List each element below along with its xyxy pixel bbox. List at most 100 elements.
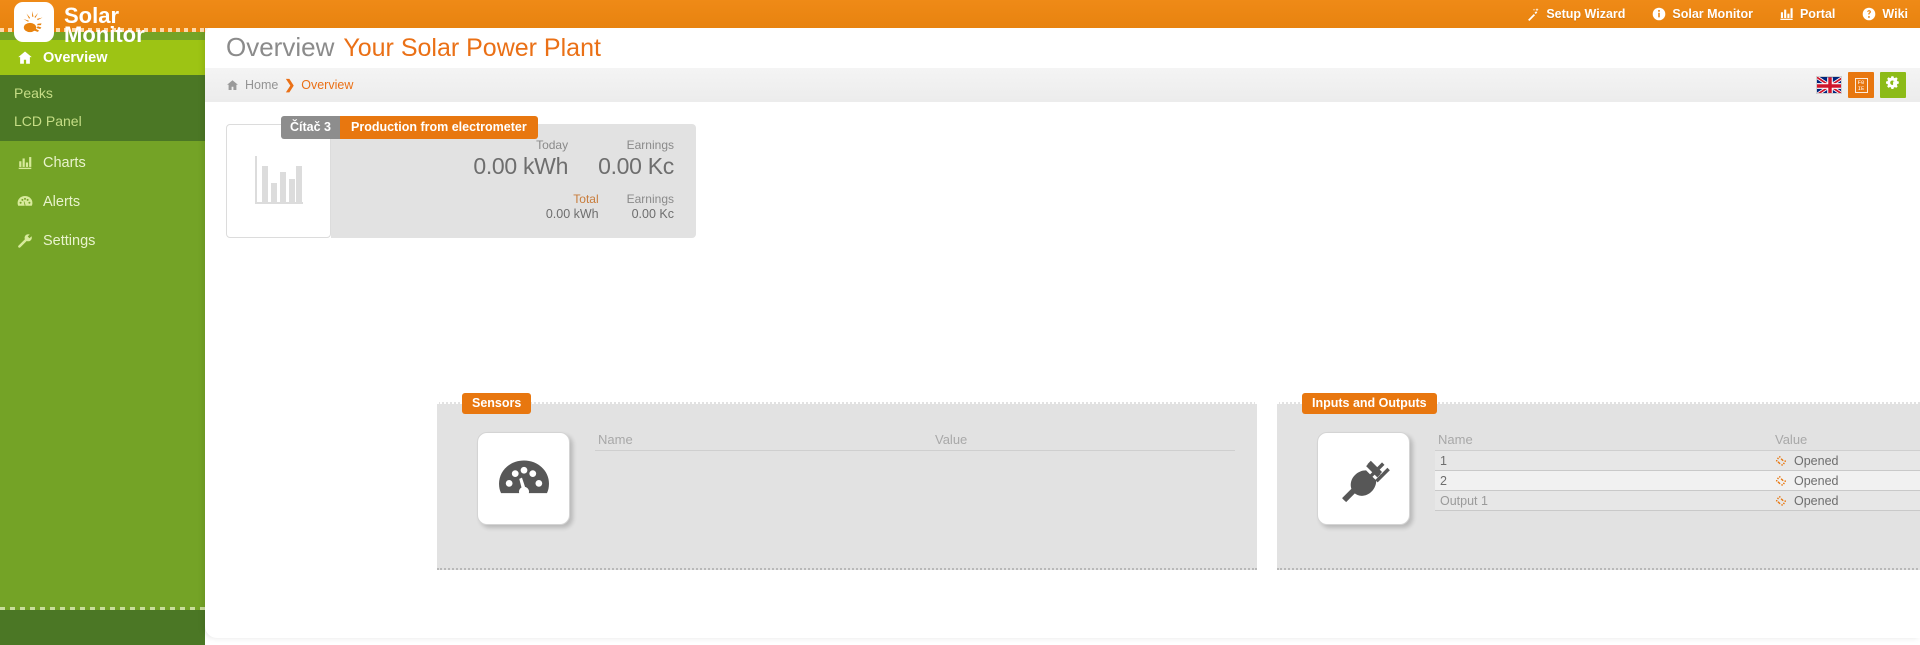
sidebar-item-settings[interactable]: Settings	[0, 223, 205, 258]
tab-production-from-electrometer[interactable]: Production from electrometer	[340, 116, 538, 139]
question-circle-icon	[1861, 7, 1876, 22]
inputs-outputs-panel-tab[interactable]: Inputs and Outputs	[1302, 393, 1437, 414]
missing-glyph-icon: F0 IE	[1854, 77, 1868, 93]
breadcrumb-current[interactable]: Overview	[301, 78, 353, 92]
sensors-icon-box[interactable]	[477, 432, 570, 525]
io-col-value: Value	[1775, 432, 1808, 447]
chain-broken-icon	[1775, 495, 1787, 507]
io-row-status: Opened	[1794, 453, 1839, 468]
breadcrumb: Home ❯ Overview F0 IE	[205, 68, 1920, 102]
production-total-earnings-label: Earnings	[626, 192, 674, 206]
topnav-solar-monitor[interactable]: Solar Monitor	[1651, 7, 1753, 22]
production-card-body: Today 0.00 kWh Earnings 0.00 Kc Total 0.…	[226, 124, 696, 238]
io-col-name: Name	[1438, 432, 1473, 447]
production-total-row: Total 0.00 kWh Earnings 0.00 Kc	[341, 192, 674, 221]
inputs-outputs-panel: Inputs and Outputs Name Value 1 Opened 2…	[1277, 393, 1920, 570]
table-row[interactable]: 1 Opened	[1435, 451, 1920, 471]
sidebar-item-lcd-panel-label: LCD Panel	[14, 113, 82, 129]
sensors-col-value: Value	[935, 432, 968, 447]
io-row-value: Opened	[1775, 494, 1920, 508]
production-card-tabs: Čítač 3 Production from electrometer	[281, 116, 538, 139]
production-today-row: Today 0.00 kWh Earnings 0.00 Kc	[341, 138, 674, 180]
sensors-panel: Sensors Name Value	[437, 393, 1257, 570]
gauge-icon	[16, 195, 33, 208]
inputs-outputs-table: Name Value 1 Opened 2 Opened Output 1 Op…	[1435, 432, 1920, 511]
sidebar-item-peaks-label: Peaks	[14, 85, 53, 101]
sidebar-item-charts[interactable]: Charts	[0, 145, 205, 180]
sidebar-item-peaks[interactable]: Peaks	[0, 79, 205, 107]
breadcrumb-home[interactable]: Home	[245, 78, 278, 92]
io-row-status: Opened	[1794, 473, 1839, 488]
io-table-header: Name Value	[1435, 432, 1920, 451]
page-title: Overview	[226, 32, 335, 62]
io-row-name: Output 1	[1440, 493, 1488, 508]
settings-gears-button[interactable]	[1880, 72, 1906, 98]
production-today-value: 0.00 kWh	[473, 153, 569, 179]
power-plug-icon	[1338, 453, 1390, 505]
home-icon	[226, 79, 239, 91]
sidebar-footer	[0, 610, 205, 645]
document-placeholder-button[interactable]: F0 IE	[1848, 72, 1874, 98]
topnav-solar-monitor-label: Solar Monitor	[1672, 7, 1753, 21]
production-total-value: 0.00 kWh	[545, 207, 599, 221]
brand-logo[interactable]: Solar Monitor	[14, 2, 145, 47]
sensors-table-header: Name Value	[595, 432, 1235, 451]
main-panel: Overview Your Solar Power Plant Home ❯ O…	[205, 24, 1920, 638]
sidebar-item-lcd-panel[interactable]: LCD Panel	[0, 107, 205, 135]
sensors-table: Name Value	[595, 432, 1235, 451]
solar-panel-hand-logo	[14, 2, 54, 47]
sidebar-item-charts-label: Charts	[43, 154, 86, 171]
io-row-value: Opened	[1775, 454, 1920, 468]
production-today-earnings-label: Earnings	[626, 138, 674, 152]
topnav-portal-label: Portal	[1799, 7, 1836, 21]
production-today-earnings: Earnings 0.00 Kc	[598, 138, 674, 180]
chain-broken-icon	[1775, 455, 1787, 467]
sidebar-item-alerts-label: Alerts	[43, 193, 81, 210]
bar-chart-icon	[1779, 7, 1794, 22]
page-subtitle: Your Solar Power Plant	[343, 34, 601, 62]
topnav-wiki[interactable]: Wiki	[1861, 7, 1908, 22]
production-total-label: Total	[573, 192, 599, 206]
sensors-col-name: Name	[598, 432, 633, 447]
breadcrumb-toolbar: F0 IE	[1816, 72, 1906, 98]
production-total: Total 0.00 kWh	[546, 192, 599, 221]
top-orange-bar: Setup Wizard Solar Monitor Portal Wiki	[0, 0, 1920, 28]
gears-icon	[1884, 75, 1902, 95]
table-row[interactable]: 2 Opened	[1435, 471, 1920, 491]
production-card: Čítač 3 Production from electrometer Tod…	[226, 116, 696, 238]
production-total-earnings-value: 0.00 Kc	[631, 207, 674, 221]
production-values: Today 0.00 kWh Earnings 0.00 Kc Total 0.…	[331, 124, 696, 238]
topnav-wiki-label: Wiki	[1882, 7, 1908, 21]
wrench-icon	[16, 233, 33, 249]
io-row-status: Opened	[1794, 493, 1839, 508]
topnav-portal[interactable]: Portal	[1779, 7, 1835, 22]
chain-broken-icon	[1775, 475, 1787, 487]
table-row[interactable]: Output 1 Opened	[1435, 491, 1920, 511]
sensors-panel-tab[interactable]: Sensors	[462, 393, 532, 414]
content-area: Čítač 3 Production from electrometer Tod…	[205, 102, 1920, 570]
io-row-name: 1	[1440, 453, 1447, 468]
production-today-earnings-value: 0.00 Kc	[598, 153, 674, 179]
tab-counter[interactable]: Čítač 3	[281, 116, 340, 139]
top-navigation: Setup Wizard Solar Monitor Portal Wiki	[1525, 0, 1908, 28]
production-today: Today 0.00 kWh	[473, 138, 568, 180]
topnav-setup-wizard-label: Setup Wizard	[1546, 7, 1626, 21]
brand-name: Solar Monitor	[64, 2, 145, 47]
sidebar-item-alerts[interactable]: Alerts	[0, 184, 205, 219]
sidebar-item-settings-label: Settings	[43, 232, 96, 249]
magic-wand-icon	[1525, 7, 1540, 22]
sidebar-submenu: Peaks LCD Panel	[0, 75, 205, 141]
inputs-outputs-icon-box[interactable]	[1317, 432, 1410, 525]
production-chart-thumbnail[interactable]	[226, 124, 331, 238]
production-total-earnings: Earnings 0.00 Kc	[627, 192, 674, 221]
topnav-setup-wizard[interactable]: Setup Wizard	[1525, 7, 1625, 22]
page-header: Overview Your Solar Power Plant	[205, 24, 1920, 68]
sidebar: Overview Peaks LCD Panel Charts Alerts S…	[0, 28, 205, 610]
uk-flag-icon[interactable]	[1816, 76, 1842, 94]
production-today-label: Today	[536, 138, 569, 152]
io-row-value: Opened	[1775, 474, 1920, 488]
home-icon	[16, 50, 33, 65]
bar-chart-icon	[16, 156, 33, 170]
gauge-icon	[497, 457, 551, 501]
info-circle-icon	[1651, 7, 1666, 22]
